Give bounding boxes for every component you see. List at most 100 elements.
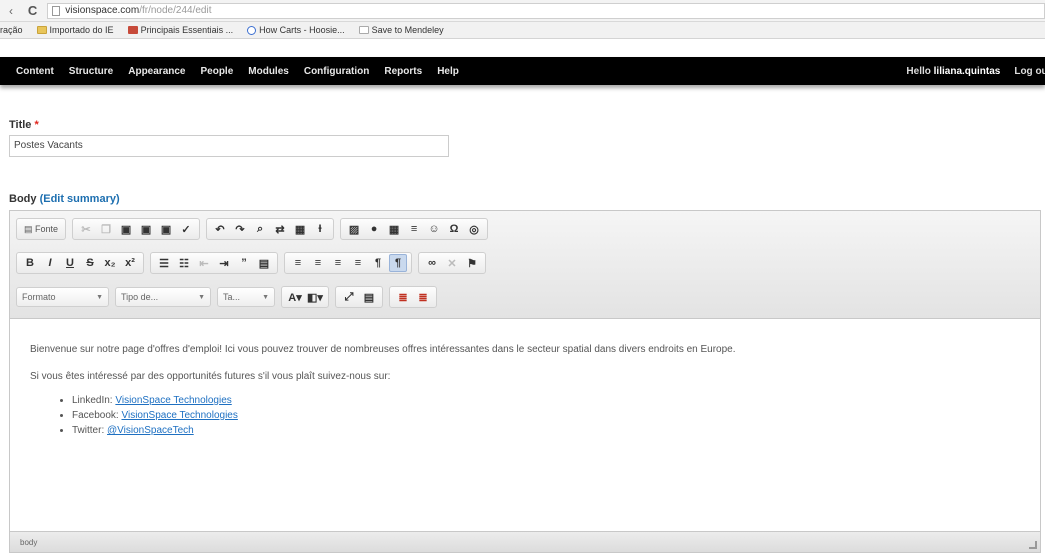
format-select[interactable]: Formato ▼ xyxy=(16,287,109,307)
toolbar-item-content[interactable]: Content xyxy=(16,66,54,77)
iframe-icon[interactable]: ◎ xyxy=(465,220,483,238)
outdent-icon[interactable]: ⇤ xyxy=(195,254,213,272)
toolbar-row-3: Formato ▼ Tipo de... ▼ Ta... ▼ A▾ ◧▾ ⤢ ▤ ≣ … xyxy=(16,285,443,309)
twitter-link[interactable]: @VisionSpaceTech xyxy=(107,425,194,436)
source-label: Fonte xyxy=(35,224,59,234)
basic-styles-group: B I U S x₂ x² xyxy=(16,252,144,274)
size-label: Ta... xyxy=(223,292,241,302)
page-icon xyxy=(52,5,61,16)
chevron-down-icon: ▼ xyxy=(262,293,269,301)
linkedin-link[interactable]: VisionSpace Technologies xyxy=(115,395,231,406)
table-icon[interactable]: ▦ xyxy=(385,220,403,238)
list-item: Facebook: VisionSpace Technologies xyxy=(72,410,1020,421)
ltr-icon[interactable]: ¶ xyxy=(369,254,387,272)
bookmark-item[interactable]: ração xyxy=(0,25,23,35)
chevron-down-icon: ▼ xyxy=(96,293,103,301)
clipboard-group: ✂ ❐ ▣ ▣ ▣ ✓ xyxy=(72,218,201,240)
subscript-icon[interactable]: x₂ xyxy=(101,254,119,272)
font-label: Tipo de... xyxy=(121,292,159,302)
source-group: ▤ Fonte xyxy=(16,218,67,240)
show-blocks-icon[interactable]: ▤ xyxy=(360,288,378,306)
rtl-icon[interactable]: ¶ xyxy=(389,254,407,272)
superscript-icon[interactable]: x² xyxy=(121,254,139,272)
maximize-icon[interactable]: ⤢ xyxy=(340,288,358,306)
align-center-icon[interactable]: ≡ xyxy=(309,254,327,272)
undo-icon[interactable]: ↶ xyxy=(211,220,229,238)
special-char-icon[interactable]: Ω xyxy=(445,220,463,238)
url-domain: visionspace.com xyxy=(65,5,140,16)
chevron-down-icon: ▼ xyxy=(198,293,205,301)
toolbar-item-modules[interactable]: Modules xyxy=(248,66,289,77)
align-left-icon[interactable]: ≡ xyxy=(289,254,307,272)
paste-word-icon[interactable]: ▣ xyxy=(157,220,175,238)
replace-icon[interactable]: ⇄ xyxy=(271,220,289,238)
bg-color-icon[interactable]: ◧▾ xyxy=(306,288,324,306)
red-format-2-icon[interactable]: ≣ xyxy=(414,288,432,306)
flash-icon[interactable]: ● xyxy=(365,220,383,238)
bulleted-list-icon[interactable]: ☷ xyxy=(175,254,193,272)
anchor-icon[interactable]: ⚑ xyxy=(463,254,481,272)
element-path[interactable]: body xyxy=(20,538,37,547)
red-format-icon[interactable]: ≣ xyxy=(394,288,412,306)
horizontal-rule-icon[interactable]: ≡ xyxy=(405,220,423,238)
div-icon[interactable]: ▤ xyxy=(255,254,273,272)
toolbar-item-people[interactable]: People xyxy=(200,66,233,77)
bookmark-item[interactable]: Principais Essentiais ... xyxy=(127,25,234,35)
editor-content[interactable]: Bienvenue sur notre page d'offres d'empl… xyxy=(10,319,1040,533)
source-button[interactable]: ▤ Fonte xyxy=(21,220,61,238)
font-select[interactable]: Tipo de... ▼ xyxy=(115,287,211,307)
align-right-icon[interactable]: ≡ xyxy=(329,254,347,272)
underline-icon[interactable]: U xyxy=(61,254,79,272)
tools-group: ⤢ ▤ xyxy=(335,286,383,308)
redo-icon[interactable]: ↷ xyxy=(231,220,249,238)
username-link[interactable]: liliana.quintas xyxy=(934,66,1001,77)
toolbar-item-reports[interactable]: Reports xyxy=(384,66,422,77)
facebook-link[interactable]: VisionSpace Technologies xyxy=(121,410,237,421)
toolbar-item-structure[interactable]: Structure xyxy=(69,66,113,77)
toolbar-item-appearance[interactable]: Appearance xyxy=(128,66,185,77)
bookmark-item[interactable]: Save to Mendeley xyxy=(358,25,444,35)
paste-text-icon[interactable]: ▣ xyxy=(137,220,155,238)
format-label: Formato xyxy=(22,292,56,302)
logout-link[interactable]: Log out xyxy=(1014,66,1045,77)
bookmark-item[interactable]: How Carts - Hoosie... xyxy=(247,25,345,35)
bookmarks-bar: ração Importado do IE Principais Essenti… xyxy=(0,22,1045,39)
list-item: Twitter: @VisionSpaceTech xyxy=(72,425,1020,436)
bookmark-item[interactable]: Importado do IE xyxy=(36,25,114,35)
list-item-label: Twitter: xyxy=(72,425,108,436)
edit-summary-link[interactable]: (Edit summary) xyxy=(40,193,120,205)
copy-icon[interactable]: ❐ xyxy=(97,220,115,238)
strike-icon[interactable]: S xyxy=(81,254,99,272)
image-icon[interactable]: ▨ xyxy=(345,220,363,238)
resize-handle-icon[interactable] xyxy=(1029,541,1037,549)
numbered-list-icon[interactable]: ☰ xyxy=(155,254,173,272)
cut-icon[interactable]: ✂ xyxy=(77,220,95,238)
rich-text-editor: ▤ Fonte ✂ ❐ ▣ ▣ ▣ ✓ ↶ ↷ ⌕ ⇄ ▦ Ɨ ▨ ● ▦ ≡ … xyxy=(9,210,1041,553)
spellcheck-icon[interactable]: ✓ xyxy=(177,220,195,238)
indent-icon[interactable]: ⇥ xyxy=(215,254,233,272)
url-field[interactable]: visionspace.com /fr/node/244/edit xyxy=(47,2,1045,19)
smiley-icon[interactable]: ☺ xyxy=(425,220,443,238)
toolbar-item-configuration[interactable]: Configuration xyxy=(304,66,370,77)
paste-icon[interactable]: ▣ xyxy=(117,220,135,238)
remove-format-icon[interactable]: Ɨ xyxy=(311,220,329,238)
align-justify-icon[interactable]: ≡ xyxy=(349,254,367,272)
title-input[interactable]: Postes Vacants xyxy=(9,135,449,157)
italic-icon[interactable]: I xyxy=(41,254,59,272)
back-icon[interactable]: ‹ xyxy=(4,4,18,18)
insert-group: ▨ ● ▦ ≡ ☺ Ω ◎ xyxy=(340,218,489,240)
editor-toolbar: ▤ Fonte ✂ ❐ ▣ ▣ ▣ ✓ ↶ ↷ ⌕ ⇄ ▦ Ɨ ▨ ● ▦ ≡ … xyxy=(10,211,1040,319)
toolbar-item-help[interactable]: Help xyxy=(437,66,459,77)
reload-icon[interactable]: C xyxy=(28,3,37,18)
size-select[interactable]: Ta... ▼ xyxy=(217,287,275,307)
select-all-icon[interactable]: ▦ xyxy=(291,220,309,238)
url-path: /fr/node/244/edit xyxy=(139,5,212,16)
blockquote-icon[interactable]: ” xyxy=(235,254,253,272)
bold-icon[interactable]: B xyxy=(21,254,39,272)
link-icon[interactable]: ∞ xyxy=(423,254,441,272)
unlink-icon[interactable]: ✕ xyxy=(443,254,461,272)
bookmark-label: Principais Essentiais ... xyxy=(140,25,234,35)
text-color-icon[interactable]: A▾ xyxy=(286,288,304,306)
body-label-text: Body xyxy=(9,193,37,205)
find-icon[interactable]: ⌕ xyxy=(251,220,269,238)
